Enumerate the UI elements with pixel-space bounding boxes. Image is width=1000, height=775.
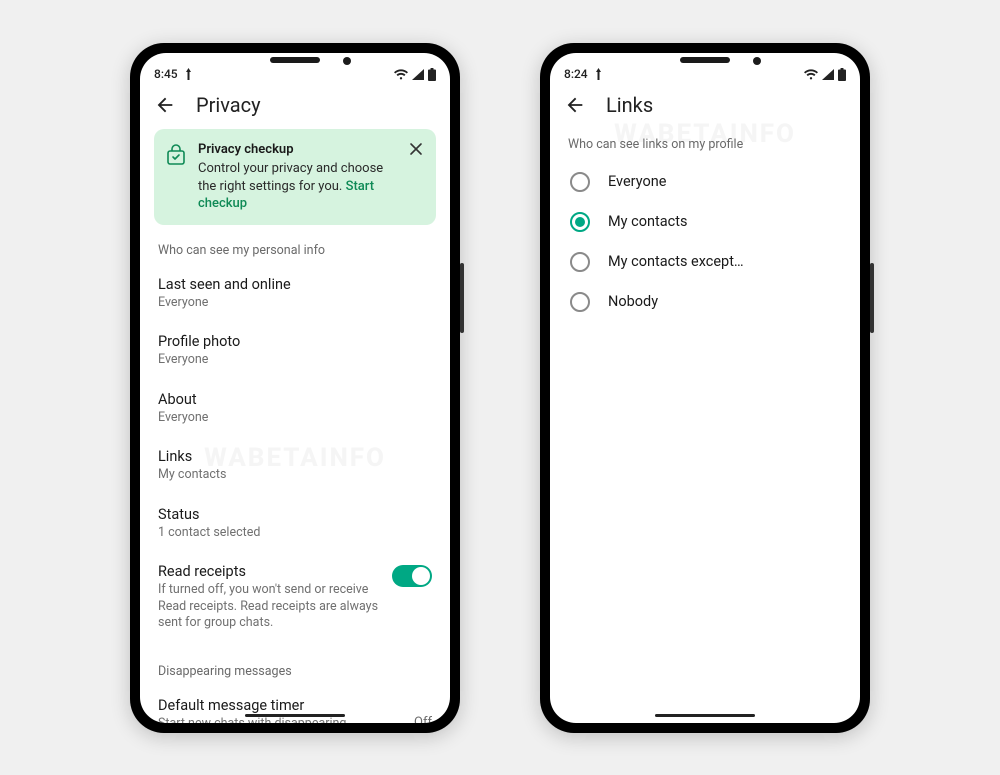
section-label-disappearing: Disappearing messages bbox=[154, 656, 436, 689]
radio-label: Everyone bbox=[608, 173, 666, 190]
section-label-personal-info: Who can see my personal info bbox=[154, 235, 436, 268]
radio-option-my-contacts-except[interactable]: My contacts except… bbox=[564, 242, 846, 282]
banner-body: Privacy checkup Control your privacy and… bbox=[198, 141, 396, 213]
home-indicator[interactable] bbox=[655, 714, 755, 717]
wifi-icon bbox=[394, 69, 408, 80]
item-about[interactable]: About Everyone bbox=[154, 383, 436, 441]
item-read-receipts[interactable]: Read receipts If turned off, you won't s… bbox=[154, 555, 436, 646]
radio-label: Nobody bbox=[608, 293, 658, 310]
phone-mock-left: 8:45 Privacy bbox=[130, 43, 460, 733]
statusbar-time: 8:24 bbox=[564, 67, 588, 81]
battery-icon bbox=[428, 68, 436, 81]
screen-left: 8:45 Privacy bbox=[140, 53, 450, 723]
item-sub: 1 contact selected bbox=[158, 525, 432, 542]
item-sub: Everyone bbox=[158, 295, 432, 312]
screen-right: 8:24 Links bbox=[550, 53, 860, 723]
radio-icon bbox=[570, 292, 590, 312]
item-profile-photo[interactable]: Profile photo Everyone bbox=[154, 325, 436, 383]
section-label-links-visibility: Who can see links on my profile bbox=[564, 129, 846, 162]
app-notification-icon bbox=[184, 68, 193, 80]
item-title: Profile photo bbox=[158, 333, 432, 350]
default-timer-value: Off bbox=[414, 715, 432, 722]
back-icon[interactable] bbox=[154, 94, 176, 116]
item-sub: Everyone bbox=[158, 352, 432, 369]
item-sub: If turned off, you won't send or receive… bbox=[158, 582, 380, 632]
item-links[interactable]: Links My contacts bbox=[154, 440, 436, 498]
statusbar-time: 8:45 bbox=[154, 67, 178, 81]
statusbar: 8:45 bbox=[140, 53, 450, 83]
app-notification-icon bbox=[594, 68, 603, 80]
battery-icon bbox=[838, 68, 846, 81]
toggle-knob bbox=[412, 567, 430, 585]
item-title: Links bbox=[158, 448, 432, 465]
item-title: About bbox=[158, 391, 432, 408]
page-title: Links bbox=[606, 93, 653, 117]
content: Who can see links on my profile Everyone… bbox=[550, 129, 860, 723]
item-default-timer[interactable]: Default message timer Start new chats wi… bbox=[154, 689, 436, 723]
read-receipts-toggle[interactable] bbox=[392, 565, 432, 587]
statusbar: 8:24 bbox=[550, 53, 860, 83]
item-title: Read receipts bbox=[158, 563, 380, 580]
close-icon[interactable] bbox=[408, 141, 424, 157]
wifi-icon bbox=[804, 69, 818, 80]
home-indicator[interactable] bbox=[245, 714, 345, 717]
phone-camera-dot bbox=[343, 57, 351, 65]
phone-mock-right: 8:24 Links bbox=[540, 43, 870, 733]
page-title: Privacy bbox=[196, 93, 261, 117]
appbar: Privacy bbox=[140, 83, 450, 129]
signal-icon bbox=[822, 69, 834, 80]
item-title: Status bbox=[158, 506, 432, 523]
item-title: Default message timer bbox=[158, 697, 402, 714]
radio-label: My contacts except… bbox=[608, 253, 744, 270]
radio-option-everyone[interactable]: Everyone bbox=[564, 162, 846, 202]
item-title: Last seen and online bbox=[158, 276, 432, 293]
signal-icon bbox=[412, 69, 424, 80]
item-sub: My contacts bbox=[158, 467, 432, 484]
radio-option-nobody[interactable]: Nobody bbox=[564, 282, 846, 322]
back-icon[interactable] bbox=[564, 94, 586, 116]
banner-title: Privacy checkup bbox=[198, 141, 396, 159]
appbar: Links bbox=[550, 83, 860, 129]
item-last-seen[interactable]: Last seen and online Everyone bbox=[154, 268, 436, 326]
radio-label: My contacts bbox=[608, 213, 687, 230]
content: Privacy checkup Control your privacy and… bbox=[140, 129, 450, 723]
privacy-checkup-banner[interactable]: Privacy checkup Control your privacy and… bbox=[154, 129, 436, 225]
phone-camera-dot bbox=[753, 57, 761, 65]
item-sub: Everyone bbox=[158, 410, 432, 427]
radio-icon bbox=[570, 212, 590, 232]
radio-icon bbox=[570, 252, 590, 272]
lock-check-icon bbox=[166, 143, 186, 165]
radio-option-my-contacts[interactable]: My contacts bbox=[564, 202, 846, 242]
item-status[interactable]: Status 1 contact selected bbox=[154, 498, 436, 556]
radio-icon bbox=[570, 172, 590, 192]
item-sub: Start new chats with disappearing messag… bbox=[158, 716, 402, 723]
